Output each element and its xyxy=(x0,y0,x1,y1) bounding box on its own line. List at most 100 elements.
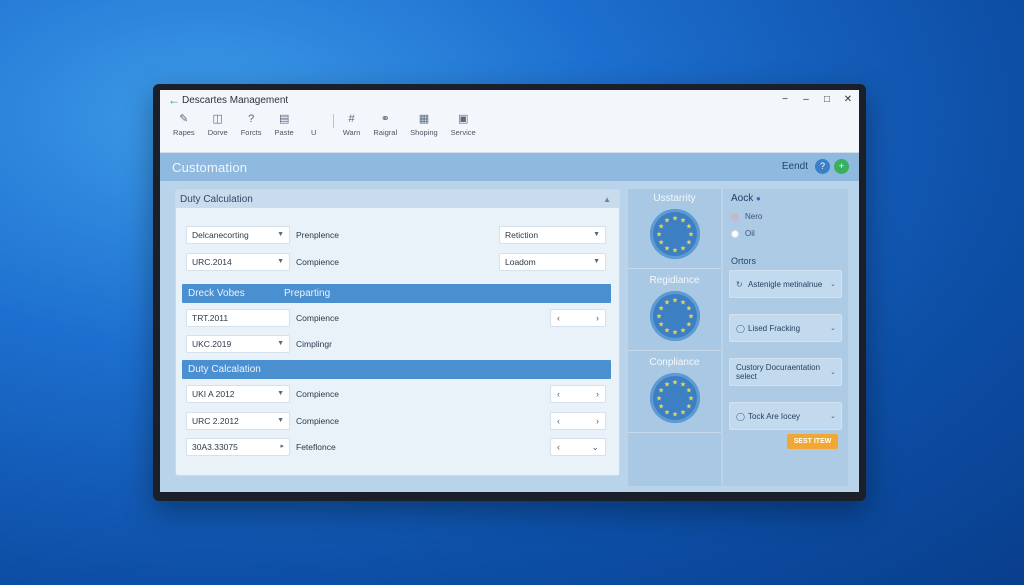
star-icon: ★ xyxy=(663,299,669,307)
seal-card-regidlance[interactable]: Regidlance ★ ★ ★ ★ ★ ★ ★ ★ ★ ★ ★ ★ xyxy=(628,271,721,351)
option-label: Lised Fracking xyxy=(748,323,801,333)
add-button[interactable]: + xyxy=(834,159,849,174)
chevron-right-icon: ▸ xyxy=(280,443,284,450)
eu-stars-icon: ★ ★ ★ ★ ★ ★ ★ ★ ★ ★ ★ ★ xyxy=(649,291,700,341)
table-row: URC 2.2012 ▼ Compience ‹ › xyxy=(186,412,606,430)
panel-title: Duty Calculation xyxy=(180,193,253,205)
radio-option-nero[interactable]: Nero xyxy=(731,212,842,221)
ribbon-item-warn[interactable]: # Warn xyxy=(340,110,364,139)
seal-card-usstarrity[interactable]: Usstarrity ★ ★ ★ ★ ★ ★ ★ ★ ★ ★ ★ ★ xyxy=(628,189,721,269)
star-icon: ★ xyxy=(687,231,693,239)
table-row: UKI A 2012 ▼ Compience ‹ › xyxy=(186,385,606,403)
radio-button[interactable] xyxy=(731,212,739,221)
options-subtitle: Ortors xyxy=(731,256,757,266)
text-field[interactable]: TRT.2011 xyxy=(186,309,290,327)
select-value: 30A3.33075 xyxy=(192,442,238,452)
select-field[interactable]: URC 2.2012 ▼ xyxy=(186,412,290,430)
select-field[interactable]: Retiction ▼ xyxy=(499,226,606,244)
star-icon: ★ xyxy=(671,329,677,337)
radio-button[interactable] xyxy=(731,229,739,238)
maximize-button[interactable]: □ xyxy=(822,94,832,105)
pager-control[interactable]: ‹ › xyxy=(550,412,606,430)
option-dropdown[interactable]: ◯ Lised Fracking ⌄ xyxy=(729,314,842,342)
option-dropdown[interactable]: ◯ Tock Are Iocey ⌄ xyxy=(729,402,842,430)
select-value: UKI A 2012 xyxy=(192,389,235,399)
chevron-right-icon[interactable]: › xyxy=(596,386,599,402)
star-icon: ★ xyxy=(685,403,691,411)
ribbon-item-u[interactable]: U xyxy=(304,110,324,139)
ribbon-label: Forcts xyxy=(240,128,262,137)
chevron-down-icon: ▼ xyxy=(593,231,600,238)
chevron-left-icon[interactable]: ‹ xyxy=(557,439,560,455)
clipboard-icon: ▤ xyxy=(278,113,290,125)
options-column: Aock ● Nero Oil Ortors ↻ Astenigle metin… xyxy=(723,189,848,486)
chevron-down-icon: ▼ xyxy=(277,390,284,397)
chevron-left-icon[interactable]: ‹ xyxy=(557,310,560,326)
ribbon-label: Rapes xyxy=(173,128,195,137)
option-dropdown[interactable]: Custory Docuraentation select ⌄ xyxy=(729,358,842,386)
ribbon-label: Raigral xyxy=(373,128,398,137)
select-field[interactable]: Delcanecorting ▼ xyxy=(186,226,290,244)
star-icon: ★ xyxy=(687,313,693,321)
chevron-down-icon[interactable]: ⌄ xyxy=(591,439,599,455)
pager-control[interactable]: ‹ › xyxy=(550,309,606,327)
separator-icon xyxy=(307,112,321,126)
minimize-button[interactable]: – xyxy=(801,94,811,105)
ribbon-item-shoping[interactable]: ▦ Shoping xyxy=(407,110,441,139)
document-icon: ◫ xyxy=(212,113,223,125)
star-icon: ★ xyxy=(687,395,693,403)
select-field[interactable]: UKC.2019 ▼ xyxy=(186,335,290,353)
chevron-left-icon[interactable]: ‹ xyxy=(557,413,560,429)
submit-button[interactable]: SEST ITEW xyxy=(787,434,838,449)
chevron-down-icon: ▼ xyxy=(277,258,284,265)
select-field[interactable]: 30A3.33075 ▸ xyxy=(186,438,290,456)
select-value: Delcanecorting xyxy=(192,230,249,240)
ribbon-item-rapes[interactable]: ✎ Rapes xyxy=(170,110,198,139)
seal-card-conpliance[interactable]: Conpliance ★ ★ ★ ★ ★ ★ ★ ★ ★ ★ ★ ★ xyxy=(628,353,721,433)
ribbon-label: Dorve xyxy=(207,128,228,137)
select-field[interactable]: UKI A 2012 ▼ xyxy=(186,385,290,403)
pager-control[interactable]: ‹ ⌄ xyxy=(550,438,606,456)
chevron-right-icon[interactable]: › xyxy=(596,413,599,429)
circle-icon: ◯ xyxy=(736,411,745,421)
table-row: URC.2014 ▼ Compience Loadom ▼ xyxy=(186,253,606,271)
minimize-alt-button[interactable]: − xyxy=(780,94,790,105)
row-label: Compience xyxy=(296,313,339,323)
select-field[interactable]: Loadom ▼ xyxy=(499,253,606,271)
help-button[interactable]: ? xyxy=(815,159,830,174)
seal-title: Regidlance xyxy=(649,275,700,286)
lock-icon: ▣ xyxy=(457,113,469,125)
close-button[interactable]: ✕ xyxy=(843,94,853,105)
radio-option-oil[interactable]: Oil xyxy=(731,229,842,238)
ribbon-item-forcts[interactable]: ? Forcts xyxy=(238,110,265,139)
chevron-left-icon[interactable]: ‹ xyxy=(557,386,560,402)
select-field[interactable]: URC.2014 ▼ xyxy=(186,253,290,271)
ribbon-item-paste[interactable]: ▤ Paste xyxy=(272,110,297,139)
star-icon: ★ xyxy=(679,244,685,252)
star-icon: ★ xyxy=(658,321,664,329)
star-icon: ★ xyxy=(685,305,691,313)
option-dropdown[interactable]: ↻ Astenigle metinalnue ⌄ xyxy=(729,270,842,298)
eu-stars-icon: ★ ★ ★ ★ ★ ★ ★ ★ ★ ★ ★ ★ xyxy=(649,209,700,259)
pencil-icon: ✎ xyxy=(179,113,189,125)
title-bar: ← Descartes Management xyxy=(160,90,859,110)
star-icon: ★ xyxy=(679,408,685,416)
panel-header[interactable]: Duty Calculation ▲ xyxy=(176,190,619,208)
ribbon-item-service[interactable]: ▣ Service xyxy=(448,110,479,139)
ribbon-item-raigral[interactable]: ⚭ Raigral xyxy=(370,110,400,139)
chevron-right-icon[interactable]: › xyxy=(596,310,599,326)
ribbon-item-dorve[interactable]: ◫ Dorve xyxy=(205,110,231,139)
collapse-icon[interactable]: ▲ xyxy=(603,195,611,204)
chevron-down-icon: ⌄ xyxy=(830,369,836,376)
circle-icon: ◯ xyxy=(736,323,745,333)
pager-control[interactable]: ‹ › xyxy=(550,385,606,403)
select-value: Loadom xyxy=(505,257,536,267)
star-icon: ★ xyxy=(685,239,691,247)
ribbon-toolbar: ✎ Rapes ◫ Dorve ? Forcts ▤ Paste U # War… xyxy=(160,110,859,150)
section-label: Duty Calcalation xyxy=(188,364,261,375)
back-arrow-icon[interactable]: ← xyxy=(168,93,182,107)
option-label: Custory Docuraentation select xyxy=(736,363,821,381)
section-label: Preparting xyxy=(284,288,331,299)
star-icon: ★ xyxy=(679,326,685,334)
chevron-down-icon: ⌄ xyxy=(830,325,836,332)
